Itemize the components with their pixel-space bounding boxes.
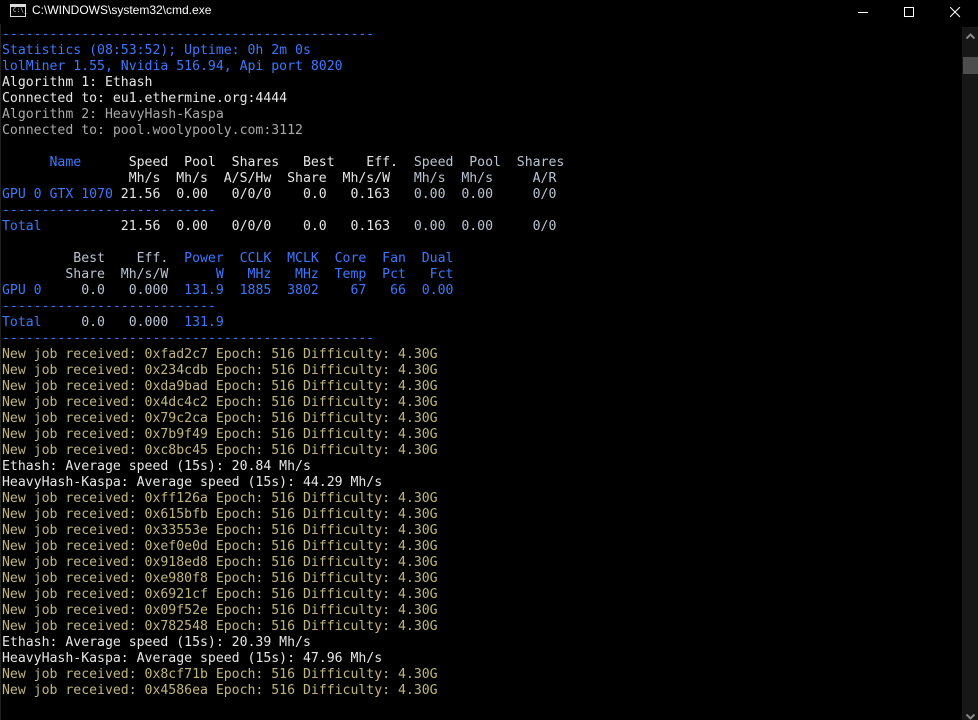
algo2-best-eff-headers: Best Eff. xyxy=(65,251,169,266)
scroll-thumb[interactable] xyxy=(963,57,978,74)
job-log-line: New job received: 0xef0e0d Epoch: 516 Di… xyxy=(2,539,438,554)
algorithm1-line: Algorithm 1: Ethash xyxy=(2,75,153,90)
job-log-line: New job received: 0x8cf71b Epoch: 516 Di… xyxy=(2,667,438,682)
job-log-line: New job received: 0x33553e Epoch: 516 Di… xyxy=(2,523,438,538)
table1-gpu-row: GPU 0 GTX 1070 21.56 0.00 0/0/0 0.0 0.16… xyxy=(2,187,960,203)
job-log-line: New job received: 0xe980f8 Epoch: 516 Di… xyxy=(2,571,438,586)
statistics-line: Statistics (08:53:52); Uptime: 0h 2m 0s xyxy=(2,43,311,58)
minimize-button[interactable] xyxy=(840,0,886,24)
console-icon[interactable]: C:\_ xyxy=(10,4,28,17)
table1-total-row: Total 21.56 0.00 0/0/0 0.0 0.163 0.00 0.… xyxy=(2,219,960,235)
log-lines: New job received: 0xfad2c7 Epoch: 516 Di… xyxy=(2,347,960,699)
job-log-line: New job received: 0xda9bad Epoch: 516 Di… xyxy=(2,379,438,394)
title-bar[interactable]: C:\_ C:\WINDOWS\system32\cmd.exe xyxy=(0,0,978,24)
speed-log-line: Ethash: Average speed (15s): 20.39 Mh/s xyxy=(2,635,311,650)
console-output[interactable]: --------------------------- -------------… xyxy=(2,27,960,720)
total-label: Total xyxy=(2,219,113,234)
table2-gpu-row: GPU 0 0.0 0.000 131.9 1885 3802 67 66 0.… xyxy=(2,283,960,299)
total-label: Total xyxy=(2,315,66,330)
total-power: 131.9 xyxy=(168,315,224,330)
col-name-header-pad xyxy=(2,171,121,186)
table2-separator: --------------------------- xyxy=(2,299,216,314)
algo1-units: Mh/s Mh/s A/S/Hw Share Mh/s/W xyxy=(120,171,391,186)
console-icon-glyph: C:\_ xyxy=(13,7,28,14)
job-log-line: New job received: 0x09f52e Epoch: 516 Di… xyxy=(2,603,438,618)
hw-units: W MHz MHz Temp Pct Fct xyxy=(168,267,454,282)
job-log-line: New job received: 0xc8bc45 Epoch: 516 Di… xyxy=(2,443,438,458)
table2-total-row: Total 0.0 0.000 131.9 xyxy=(2,315,960,331)
job-log-line: New job received: 0x79c2ca Epoch: 516 Di… xyxy=(2,411,438,426)
gpu-hw-values: 131.9 1885 3802 67 66 0.00 xyxy=(168,283,454,298)
close-button[interactable] xyxy=(932,0,978,24)
vertical-scrollbar[interactable] xyxy=(962,27,978,720)
gpu-name: GPU 0 xyxy=(2,283,66,298)
gpu-algo2-best-eff: 0.0 0.000 xyxy=(65,283,169,298)
window-title: C:\WINDOWS\system32\cmd.exe xyxy=(32,3,212,17)
job-log-line: New job received: 0x918ed8 Epoch: 516 Di… xyxy=(2,555,438,570)
algo1-headers: Speed Pool Shares Best Eff. xyxy=(120,155,398,170)
window-border xyxy=(0,24,1,720)
speed-log-line: HeavyHash-Kaspa: Average speed (15s): 44… xyxy=(2,475,383,490)
job-log-line: New job received: 0xfad2c7 Epoch: 516 Di… xyxy=(2,347,438,362)
job-log-line: New job received: 0x782548 Epoch: 516 Di… xyxy=(2,619,438,634)
job-log-line: New job received: 0x6921cf Epoch: 516 Di… xyxy=(2,587,438,602)
total-algo2-best-eff: 0.0 0.000 xyxy=(65,315,169,330)
table1-separator: --------------------------- xyxy=(2,203,216,218)
maximize-icon xyxy=(903,6,914,17)
table2-header-row2: Share Mh/s/W W MHz MHz Temp Pct Fct xyxy=(2,267,960,283)
minimize-icon xyxy=(857,11,868,13)
total-algo2-values: 0.00 0.00 0/0 xyxy=(390,219,557,234)
job-log-line: New job received: 0x4dc4c2 Epoch: 516 Di… xyxy=(2,395,438,410)
speed-log-line: Ethash: Average speed (15s): 20.84 Mh/s xyxy=(2,459,311,474)
job-log-line: New job received: 0x7b9f49 Epoch: 516 Di… xyxy=(2,427,438,442)
scroll-up-button[interactable] xyxy=(962,27,978,44)
connected2-line: Connected to: pool.woolypooly.com:3112 xyxy=(2,123,303,138)
connected1-line: Connected to: eu1.ethermine.org:4444 xyxy=(2,91,288,106)
speed-log-line: HeavyHash-Kaspa: Average speed (15s): 47… xyxy=(2,651,383,666)
table1-header-row2: Mh/s Mh/s A/S/Hw Share Mh/s/W Mh/s Mh/s … xyxy=(2,171,960,187)
gpu-name: GPU 0 GTX 1070 xyxy=(2,187,113,202)
job-log-line: New job received: 0x4586ea Epoch: 516 Di… xyxy=(2,683,438,698)
chevron-down-icon xyxy=(965,714,975,720)
algo2-headers: Speed Pool Shares xyxy=(397,155,565,170)
gpu-algo1-values: 21.56 0.00 0/0/0 0.0 0.163 xyxy=(112,187,391,202)
algo2-units: Mh/s Mh/s A/R xyxy=(390,171,557,186)
separator: ----------------------------------------… xyxy=(2,27,375,42)
algo2-best-eff-units: Share Mh/s/W xyxy=(65,267,169,282)
col-name-header: Name xyxy=(2,155,121,170)
pad xyxy=(2,267,65,282)
version-line: lolMiner 1.55, Nvidia 516.94, Api port 8… xyxy=(2,59,343,74)
gpu-algo2-values: 0.00 0.00 0/0 xyxy=(390,187,557,202)
total-algo1-values: 21.56 0.00 0/0/0 0.0 0.163 xyxy=(112,219,391,234)
job-log-line: New job received: 0x615bfb Epoch: 516 Di… xyxy=(2,507,438,522)
chevron-up-icon xyxy=(965,32,975,39)
end-separator: ----------------------------------------… xyxy=(2,331,375,346)
close-icon xyxy=(949,6,960,17)
table2-header-row1: Best Eff. Power CCLK MCLK Core Fan Dual xyxy=(2,251,960,267)
scroll-down-button[interactable] xyxy=(962,706,978,720)
table1-header-row1: Name Speed Pool Shares Best Eff. Speed P… xyxy=(2,155,960,171)
maximize-button[interactable] xyxy=(886,0,932,24)
job-log-line: New job received: 0x234cdb Epoch: 516 Di… xyxy=(2,363,438,378)
hw-headers: Power CCLK MCLK Core Fan Dual xyxy=(168,251,454,266)
algorithm2-line: Algorithm 2: HeavyHash-Kaspa xyxy=(2,107,224,122)
pad xyxy=(2,251,65,266)
job-log-line: New job received: 0xff126a Epoch: 516 Di… xyxy=(2,491,438,506)
